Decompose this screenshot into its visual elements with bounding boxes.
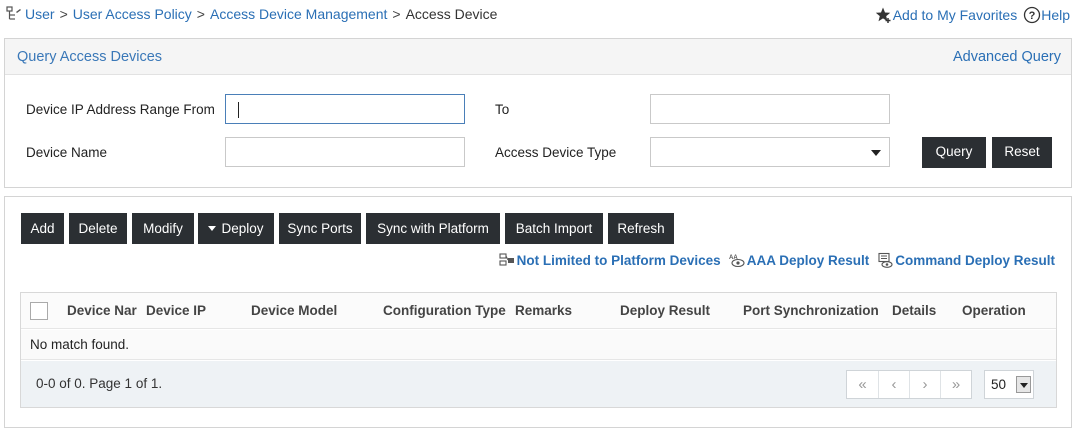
result-links: Not Limited to Platform Devices AA AAA D…: [491, 252, 1055, 268]
pagination-info: 0-0 of 0. Page 1 of 1.: [36, 376, 163, 391]
breadcrumb-separator: >: [196, 6, 205, 22]
devices-icon: [499, 253, 514, 266]
query-panel-header: Query Access Devices Advanced Query: [5, 39, 1071, 75]
table-header: Device Nar Device IP Device Model Config…: [21, 293, 1056, 329]
text-caret: [238, 102, 239, 118]
caret-down-icon: [208, 225, 217, 231]
first-page-button[interactable]: «: [847, 371, 878, 398]
refresh-button[interactable]: Refresh: [608, 213, 674, 244]
command-deploy-label: Command Deploy Result: [895, 252, 1055, 268]
device-name-label: Device Name: [26, 145, 108, 160]
query-button[interactable]: Query: [922, 137, 986, 168]
user-tree-icon: [6, 6, 21, 20]
advanced-query-link[interactable]: Advanced Query: [953, 49, 1061, 65]
device-type-label: Access Device Type: [495, 145, 617, 160]
ip-to-input[interactable]: [650, 94, 890, 124]
deploy-button[interactable]: Deploy: [198, 213, 274, 244]
delete-button[interactable]: Delete: [69, 213, 127, 244]
ip-from-label: Device IP Address Range From: [26, 102, 215, 117]
next-page-button[interactable]: ›: [909, 371, 940, 398]
reset-button[interactable]: Reset: [992, 137, 1052, 168]
page-size-select[interactable]: 50: [984, 370, 1034, 399]
devices-table: Device Nar Device IP Device Model Config…: [20, 292, 1057, 408]
breadcrumb-separator: >: [59, 6, 68, 22]
select-all-checkbox[interactable]: [30, 302, 48, 320]
pagination-bar: 0-0 of 0. Page 1 of 1. « ‹ › » 50: [21, 361, 1056, 407]
query-panel: Query Access Devices Advanced Query Devi…: [4, 38, 1072, 188]
dropdown-button[interactable]: [1016, 376, 1031, 393]
no-match-message: No match found.: [30, 337, 130, 352]
sync-with-platform-button[interactable]: Sync with Platform: [366, 213, 500, 244]
breadcrumb-current: Access Device: [405, 6, 498, 22]
not-limited-label: Not Limited to Platform Devices: [516, 252, 721, 268]
not-limited-platform-link[interactable]: Not Limited to Platform Devices: [499, 252, 721, 268]
col-device-ip[interactable]: Device IP: [146, 303, 246, 318]
col-remarks[interactable]: Remarks: [515, 303, 615, 318]
pager-buttons: « ‹ › »: [846, 370, 972, 399]
star-icon: [875, 7, 891, 23]
breadcrumb-user[interactable]: User: [25, 6, 55, 22]
add-button[interactable]: Add: [21, 213, 64, 244]
ip-to-label: To: [495, 102, 510, 117]
breadcrumb-separator: >: [392, 6, 401, 22]
page-size-value: 50: [991, 377, 1007, 392]
prev-page-button[interactable]: ‹: [878, 371, 909, 398]
ip-from-input[interactable]: [225, 94, 465, 124]
help-link[interactable]: Help: [1041, 7, 1070, 23]
batch-import-button[interactable]: Batch Import: [505, 213, 603, 244]
col-port-synchronization[interactable]: Port Synchronization: [743, 303, 885, 318]
help-icon: ?: [1024, 6, 1041, 24]
breadcrumb-access-device-management[interactable]: Access Device Management: [210, 6, 387, 22]
col-device-model[interactable]: Device Model: [251, 303, 376, 318]
modify-button[interactable]: Modify: [132, 213, 194, 244]
device-name-input[interactable]: [225, 137, 465, 167]
col-device-name[interactable]: Device Nar: [67, 303, 139, 318]
command-deploy-result-link[interactable]: Command Deploy Result: [877, 252, 1055, 268]
svg-text:?: ?: [1029, 10, 1036, 22]
device-type-select[interactable]: [650, 137, 890, 167]
top-bar: User > User Access Policy > Access Devic…: [0, 0, 1076, 30]
last-page-button[interactable]: »: [940, 371, 971, 398]
table-body: No match found.: [21, 330, 1056, 360]
col-details[interactable]: Details: [892, 303, 954, 318]
results-panel: Add Delete Modify Deploy Sync Ports Sync…: [4, 196, 1072, 428]
chevron-down-icon: [871, 150, 881, 156]
query-panel-title: Query Access Devices: [17, 49, 163, 65]
col-configuration-type[interactable]: Configuration Type: [383, 303, 508, 318]
aaa-deploy-label: AAA Deploy Result: [746, 252, 870, 268]
command-monitor-icon: [878, 252, 893, 268]
breadcrumb: User > User Access Policy > Access Devic…: [6, 6, 497, 22]
breadcrumb-user-access-policy[interactable]: User Access Policy: [73, 6, 192, 22]
deploy-label: Deploy: [221, 221, 264, 236]
aaa-eye-icon: AA: [729, 255, 745, 268]
chevron-down-icon: [1020, 383, 1028, 388]
add-favorites-link[interactable]: Add to My Favorites: [893, 7, 1018, 23]
top-links: Add to My Favorites ? Help: [875, 6, 1070, 24]
aaa-deploy-result-link[interactable]: AA AAA Deploy Result: [729, 252, 870, 268]
sync-ports-button[interactable]: Sync Ports: [279, 213, 361, 244]
col-operation[interactable]: Operation: [962, 303, 1042, 318]
col-deploy-result[interactable]: Deploy Result: [620, 303, 735, 318]
